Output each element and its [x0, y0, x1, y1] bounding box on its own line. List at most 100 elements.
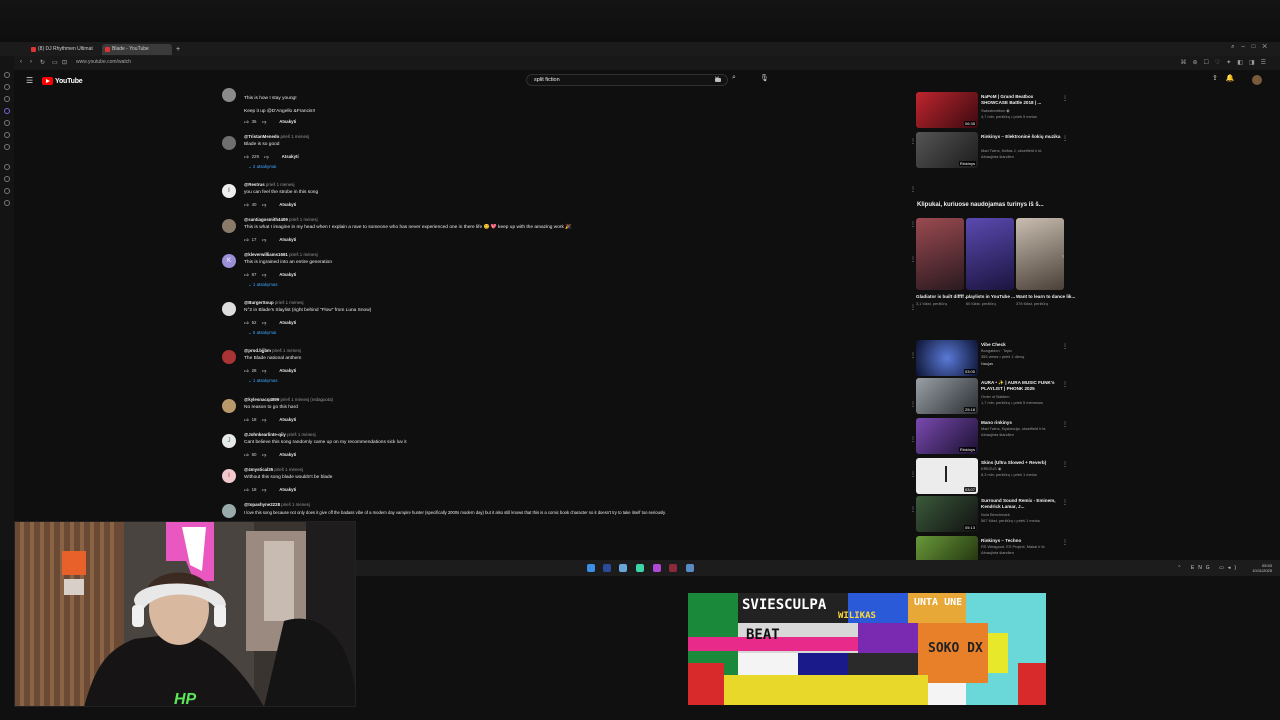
short-thumbnail[interactable] [916, 218, 964, 290]
short-title[interactable]: Gladiator is built diffff ... [916, 294, 969, 299]
comment-author[interactable]: @Restrus [244, 182, 265, 187]
forward-icon[interactable]: › [30, 59, 32, 65]
video-thumbnail[interactable]: 05:13 [916, 496, 978, 532]
video-thumbnail[interactable]: 06:35 [916, 92, 978, 128]
channel-name[interactable]: RS Weagood, ES Project, Makai ir kt. [981, 544, 1071, 549]
avatar[interactable] [222, 219, 236, 233]
related-video-item[interactable]: Rinkinys Mano rinkinys Mad Twins, Kęstan… [916, 418, 1076, 454]
like-icon[interactable]: 👍︎ [244, 202, 249, 208]
notifications-bell-icon[interactable]: 🔔 [1226, 75, 1243, 82]
short-thumbnail[interactable] [1016, 218, 1064, 290]
upload-icon[interactable]: ⇪ [1212, 75, 1226, 82]
video-thumbnail[interactable]: 03:07 [916, 458, 978, 494]
dislike-icon[interactable]: 👎︎ [262, 417, 266, 423]
video-more-icon[interactable]: ⋮ [1062, 499, 1068, 506]
short-title[interactable]: Want to learn to dance lik... [1016, 294, 1075, 299]
avatar[interactable] [222, 399, 236, 413]
like-icon[interactable]: 👍︎ [244, 417, 249, 423]
shorts-next-icon[interactable]: › [1062, 254, 1064, 260]
short-thumbnail[interactable] [966, 218, 1014, 290]
clock[interactable]: 05:53 10/11/2025 [1252, 563, 1272, 573]
sidebar-icon[interactable] [4, 84, 10, 90]
related-video-item[interactable]: 03:07 Skins (Ultra Slowed + Reverb) KREZ… [916, 458, 1076, 494]
video-title[interactable]: NaPoM | Grand Beatbox SHOWCASE Battle 20… [981, 94, 1061, 106]
search-icon[interactable]: ⌕ [732, 74, 736, 82]
sidebar-icon[interactable] [4, 188, 10, 194]
video-more-icon[interactable]: ⋮ [1062, 421, 1068, 428]
new-tab-button[interactable]: + [174, 44, 182, 55]
dislike-icon[interactable]: 👎︎ [262, 237, 266, 243]
view-replies-link[interactable]: ⌄ 2 atsakymai [248, 164, 276, 170]
view-replies-link[interactable]: ⌄ 5 atsakymai [248, 330, 276, 336]
comment-author[interactable]: @prod.bjjbm [244, 348, 271, 353]
reply-button[interactable]: Atsakyti [282, 154, 299, 159]
channel-name[interactable]: Bongabion · Topic [981, 348, 1071, 353]
maximize-icon[interactable]: □ [1252, 44, 1263, 50]
avatar[interactable] [222, 504, 236, 518]
channel-name[interactable]: Nola Benchmark [981, 512, 1071, 517]
sidebar-icon[interactable] [4, 176, 10, 182]
comment-author[interactable]: @santiagosmith4409 [244, 217, 288, 222]
related-video-item[interactable]: 06:35 NaPoM | Grand Beatbox SHOWCASE Bat… [916, 92, 1076, 128]
dislike-icon[interactable]: 👎︎ [262, 487, 266, 493]
url-field[interactable]: www.youtube.com/watch [76, 59, 131, 65]
sidebar-icon[interactable] [4, 96, 10, 102]
reply-button[interactable]: Atsakyti [279, 487, 296, 492]
sidebar-icon[interactable] [4, 200, 10, 206]
search-input[interactable]: split fiction [534, 77, 560, 83]
view-replies-link[interactable]: ⌄ 1 atsakymas [248, 378, 278, 384]
comment-author[interactable]: @kleverwilliams1661 [244, 252, 288, 257]
comment-author[interactable]: @kylesnacq4899 [244, 397, 279, 402]
video-title[interactable]: AURA • ✨ | AURA MUSIC FUNK's PLAYLIST | … [981, 380, 1061, 392]
comment-author[interactable]: @topashyne2228 [244, 502, 280, 507]
youtube-logo[interactable]: YouTube [42, 76, 83, 86]
sidebar-icon[interactable] [4, 72, 10, 78]
video-more-icon[interactable]: ⋮ [1062, 343, 1068, 350]
system-tray[interactable]: ⌃ ENG ▭◂) [1177, 565, 1240, 571]
avatar[interactable] [222, 350, 236, 364]
short-title[interactable]: playlists in YouTube ... [966, 294, 1015, 299]
steam-icon[interactable] [619, 564, 627, 572]
dislike-icon[interactable]: 👎︎ [262, 320, 266, 326]
avatar[interactable]: I [222, 184, 236, 198]
like-icon[interactable]: 👍︎ [244, 320, 249, 326]
reply-button[interactable]: Atsakyti [279, 417, 296, 422]
dislike-icon[interactable]: 👎︎ [262, 368, 266, 374]
comment-author[interactable]: @BurgerSoup [244, 300, 274, 305]
reply-button[interactable]: Atsakyti [279, 368, 296, 373]
close-icon[interactable]: ✕ [1262, 44, 1274, 50]
hamburger-menu-icon[interactable]: ☰ [26, 76, 33, 85]
video-more-icon[interactable]: ⋮ [1062, 135, 1068, 142]
comment-author[interactable]: @4mystical35 [244, 467, 273, 472]
start-icon[interactable] [587, 564, 595, 572]
dislike-icon[interactable]: 👎︎ [262, 272, 266, 278]
avatar[interactable] [222, 302, 236, 316]
avatar[interactable]: J [222, 434, 236, 448]
minimize-icon[interactable]: – [1241, 44, 1251, 50]
like-icon[interactable]: 👍︎ [244, 119, 249, 125]
reply-button[interactable]: Atsakyti [279, 202, 296, 207]
video-thumbnail[interactable] [916, 536, 978, 560]
language-indicator[interactable]: ENG [1191, 565, 1214, 571]
channel-name[interactable]: Mad Twins, Nellas J, okseifield ir kt. [981, 148, 1071, 153]
view-replies-link[interactable]: ⌄ 1 atsakymas [248, 282, 278, 288]
video-thumbnail[interactable]: 25:18 [916, 378, 978, 414]
short-item[interactable]: Gladiator is built diffff ... 3,1 tūkst.… [916, 218, 969, 306]
account-avatar[interactable] [1252, 75, 1262, 85]
like-icon[interactable]: 👍︎ [244, 487, 249, 493]
video-more-icon[interactable]: ⋮ [1062, 381, 1068, 388]
channel-name[interactable]: Mad Twins, Kęstancija, okseifield ir kt. [981, 426, 1071, 431]
sidebar-icon[interactable] [4, 144, 10, 150]
avatar[interactable] [222, 88, 236, 102]
channel-name[interactable]: KREZUS ◉ [981, 466, 1071, 471]
avatar[interactable]: I [222, 469, 236, 483]
related-video-item[interactable]: Rinkinys Rinkinys – Elektroninė šokių mu… [916, 132, 1076, 168]
video-thumbnail[interactable]: Rinkinys [916, 418, 978, 454]
like-icon[interactable]: 👍︎ [244, 368, 249, 374]
like-icon[interactable]: 👍︎ [244, 237, 249, 243]
comment-author[interactable]: @Johnkearlinte-qiiy [244, 432, 286, 437]
channel-name[interactable]: Swissbeatbox ◉ [981, 108, 1071, 113]
dislike-icon[interactable]: 👎︎ [262, 202, 266, 208]
reply-button[interactable]: Atsakyti [279, 272, 296, 277]
back-icon[interactable]: ‹ [20, 59, 22, 65]
